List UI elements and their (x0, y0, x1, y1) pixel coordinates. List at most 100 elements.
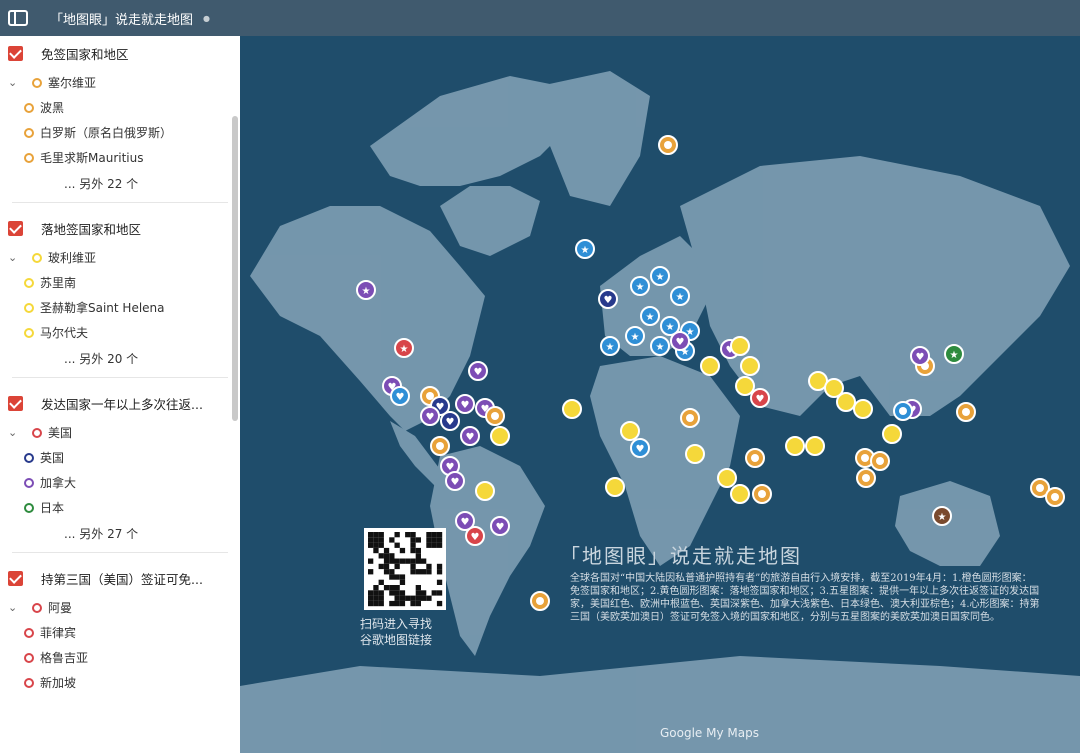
star-marker[interactable]: ★ (650, 336, 670, 356)
layer-checkbox[interactable] (8, 570, 23, 586)
free-marker[interactable] (485, 406, 505, 426)
legend-item[interactable]: 英国 (0, 445, 240, 470)
options-dot-icon[interactable]: ● (203, 14, 210, 23)
legend-item[interactable]: ⌄ 玻利维亚 (0, 245, 240, 270)
heart-marker[interactable]: ♥ (598, 289, 618, 309)
arrival-marker[interactable] (882, 424, 902, 444)
heart-marker[interactable]: ♥ (445, 471, 465, 491)
arrival-marker[interactable] (475, 481, 495, 501)
heart-marker[interactable]: ♥ (750, 388, 770, 408)
star-marker[interactable]: ★ (650, 266, 670, 286)
star-marker[interactable]: ★ (625, 326, 645, 346)
arrival-marker[interactable] (562, 399, 582, 419)
arrival-marker[interactable] (836, 392, 856, 412)
free-marker[interactable] (745, 448, 765, 468)
free-marker[interactable] (893, 401, 913, 421)
heart-marker[interactable]: ♥ (440, 411, 460, 431)
legend-item[interactable]: ⌄ 美国 (0, 420, 240, 445)
heart-marker[interactable]: ♥ (490, 516, 510, 536)
layer-header[interactable]: 持第三国（美国）签证可免... (0, 561, 240, 595)
chevron-down-icon[interactable]: ⌄ (8, 251, 22, 264)
sidebar-toggle-icon[interactable] (8, 10, 28, 26)
free-marker[interactable] (856, 468, 876, 488)
legend-item-label: 菲律宾 (40, 626, 77, 640)
svg-text:★: ★ (581, 245, 590, 256)
arrival-marker[interactable] (605, 477, 625, 497)
star-marker[interactable]: ★ (932, 506, 952, 526)
arrival-marker[interactable] (740, 356, 760, 376)
more-items-link[interactable]: ... 另外 20 个 (0, 345, 240, 373)
arrival-marker[interactable] (685, 444, 705, 464)
heart-marker[interactable]: ♥ (465, 526, 485, 546)
layer-header[interactable]: 发达国家一年以上多次往返... (0, 386, 240, 420)
heart-marker[interactable]: ♥ (455, 394, 475, 414)
heart-marker[interactable]: ♥ (390, 386, 410, 406)
legend-item[interactable]: 苏里南 (0, 270, 240, 295)
free-marker[interactable] (956, 402, 976, 422)
free-marker[interactable] (530, 591, 550, 611)
arrival-marker[interactable] (805, 436, 825, 456)
legend-item[interactable]: 格鲁吉亚 (0, 645, 240, 670)
chevron-down-icon[interactable]: ⌄ (8, 601, 22, 614)
arrival-marker[interactable] (490, 426, 510, 446)
divider (12, 377, 228, 378)
free-marker[interactable] (658, 135, 678, 155)
heart-marker[interactable]: ♥ (910, 346, 930, 366)
legend-item[interactable]: 马尔代夫 (0, 320, 240, 345)
free-marker[interactable] (430, 436, 450, 456)
arrival-marker[interactable] (620, 421, 640, 441)
svg-text:♥: ♥ (396, 392, 405, 403)
legend-item[interactable]: 圣赫勒拿Saint Helena (0, 295, 240, 320)
legend-item[interactable]: ⌄ 阿曼 (0, 595, 240, 620)
legend-item-label: 日本 (40, 501, 65, 515)
layer-header[interactable]: 落地签国家和地区 (0, 211, 240, 245)
arrival-marker[interactable] (730, 484, 750, 504)
layer-checkbox[interactable] (8, 395, 23, 411)
free-marker[interactable] (1045, 487, 1065, 507)
chevron-down-icon[interactable]: ⌄ (8, 76, 22, 89)
free-marker[interactable] (870, 451, 890, 471)
star-marker[interactable]: ★ (394, 338, 414, 358)
layer-title: 免签国家和地区 (41, 46, 129, 62)
chevron-down-icon[interactable]: ⌄ (8, 426, 22, 439)
layer-checkbox[interactable] (8, 45, 23, 61)
divider (12, 202, 228, 203)
svg-text:★: ★ (646, 312, 655, 323)
heart-marker[interactable]: ♥ (468, 361, 488, 381)
legend-item[interactable]: 波黑 (0, 95, 240, 120)
layer-checkbox[interactable] (8, 220, 23, 236)
free-marker[interactable] (752, 484, 772, 504)
arrival-marker[interactable] (730, 336, 750, 356)
more-items-link[interactable]: ... 另外 27 个 (0, 520, 240, 548)
legend-item-label: 美国 (48, 426, 73, 440)
arrival-marker[interactable] (700, 356, 720, 376)
map-canvas[interactable]: ★★★★★★★★★★★♥♥★★♥♥♥♥♥♥♥♥♥♥♥♥♥♥♥♥♥♥★♥★ 扫码进… (240, 36, 1080, 753)
legend-item[interactable]: 新加坡 (0, 670, 240, 695)
heart-marker[interactable]: ♥ (420, 406, 440, 426)
star-marker[interactable]: ★ (944, 344, 964, 364)
arrival-marker[interactable] (785, 436, 805, 456)
more-items-link[interactable]: ... 另外 22 个 (0, 170, 240, 198)
star-marker[interactable]: ★ (600, 336, 620, 356)
star-marker[interactable]: ★ (630, 276, 650, 296)
legend-item[interactable]: 毛里求斯Mauritius (0, 145, 240, 170)
legend-item[interactable]: 加拿大 (0, 470, 240, 495)
star-marker[interactable]: ★ (356, 280, 376, 300)
svg-text:★: ★ (362, 286, 371, 297)
legend-item[interactable]: 菲律宾 (0, 620, 240, 645)
star-marker[interactable]: ★ (575, 239, 595, 259)
legend-item[interactable]: 白罗斯（原名白俄罗斯） (0, 120, 240, 145)
legend-item[interactable]: 日本 (0, 495, 240, 520)
layer-header[interactable]: 免签国家和地区 (0, 36, 240, 70)
heart-marker[interactable]: ♥ (630, 438, 650, 458)
star-marker[interactable]: ★ (670, 286, 690, 306)
marker-bullet-icon (24, 627, 34, 638)
heart-marker[interactable]: ♥ (670, 331, 690, 351)
star-marker[interactable]: ★ (640, 306, 660, 326)
free-marker[interactable] (680, 408, 700, 428)
heart-marker[interactable]: ♥ (460, 426, 480, 446)
arrival-marker[interactable] (735, 376, 755, 396)
arrival-marker[interactable] (717, 468, 737, 488)
arrival-marker[interactable] (853, 399, 873, 419)
legend-item[interactable]: ⌄ 塞尔维亚 (0, 70, 240, 95)
